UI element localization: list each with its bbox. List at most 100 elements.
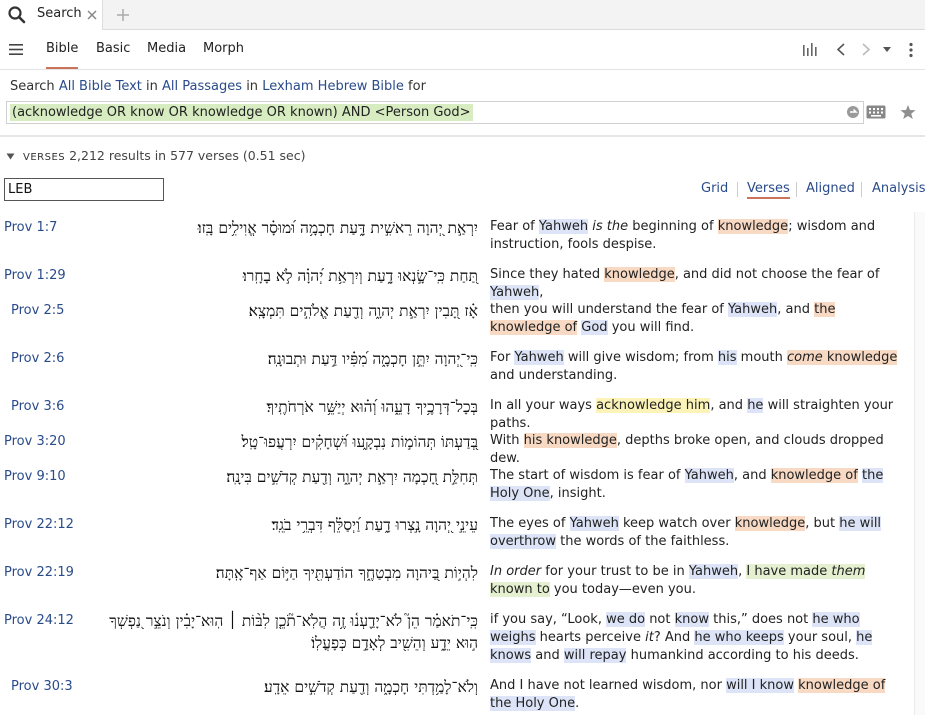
highlighted-term[interactable]: them bbox=[831, 564, 866, 579]
highlighted-term[interactable]: knowledge of bbox=[770, 468, 858, 483]
view-grid[interactable]: Grid bbox=[701, 181, 728, 196]
plus-icon[interactable] bbox=[115, 7, 131, 23]
english-segment: The start of wisdom is fear of bbox=[490, 468, 685, 483]
hebrew-text: כִּֽי־יְ֭הוָה יִתֵּ֣ן חָכְמָ֑ה מִ֝פִּ֗יו… bbox=[267, 350, 478, 368]
filter-input[interactable] bbox=[4, 178, 164, 201]
verse-reference-link[interactable]: Prov 24:12 bbox=[4, 613, 74, 628]
highlighted-term[interactable]: knowledge bbox=[734, 516, 806, 531]
verse-reference-link[interactable]: Prov 2:5 bbox=[11, 303, 64, 318]
highlighted-term[interactable]: knowledge bbox=[717, 219, 789, 234]
tab-basic[interactable]: Basic bbox=[96, 41, 130, 56]
highlighted-term[interactable]: we do bbox=[606, 612, 646, 627]
highlighted-term[interactable]: he bbox=[747, 398, 764, 413]
english-segment: you today—even you. bbox=[549, 582, 696, 597]
view-separator bbox=[861, 182, 862, 197]
english-text: With his knowledge, depths broke open, a… bbox=[490, 432, 908, 468]
highlighted-term[interactable]: Yahweh bbox=[728, 302, 778, 317]
arrow-circle-icon[interactable] bbox=[846, 105, 860, 119]
english-segment: The eyes of bbox=[490, 516, 570, 531]
tab-media[interactable]: Media bbox=[147, 41, 186, 56]
english-segment: , but bbox=[805, 516, 840, 531]
highlighted-term[interactable]: Yahweh bbox=[538, 219, 589, 234]
scope-link[interactable]: All Bible Text bbox=[59, 79, 142, 94]
close-icon[interactable] bbox=[86, 9, 98, 21]
range-link[interactable]: All Passages bbox=[162, 79, 242, 94]
view-analysis[interactable]: Analysis bbox=[872, 181, 925, 196]
in-label: in bbox=[146, 79, 158, 94]
highlighted-term[interactable]: he who keeps bbox=[694, 630, 784, 645]
english-segment: and bbox=[531, 648, 564, 663]
verse-reference-link[interactable]: Prov 1:29 bbox=[4, 268, 66, 283]
english-segment: For bbox=[490, 350, 515, 365]
english-segment: In all your ways bbox=[490, 398, 597, 413]
highlighted-term[interactable]: Yahweh bbox=[569, 516, 619, 531]
english-segment: Since they hated bbox=[490, 267, 605, 282]
english-text: The start of wisdom is fear of Yahweh, a… bbox=[490, 467, 908, 503]
bar-chart-icon[interactable] bbox=[802, 42, 818, 57]
for-label: for bbox=[408, 79, 426, 94]
english-segment: hearts perceive bbox=[535, 630, 646, 645]
highlighted-term[interactable]: Yahweh bbox=[684, 468, 734, 483]
english-segment: keep watch over bbox=[618, 516, 735, 531]
version-link[interactable]: Lexham Hebrew Bible bbox=[262, 79, 404, 94]
english-segment: and understanding. bbox=[490, 368, 618, 383]
verse-reference-link[interactable]: Prov 30:3 bbox=[11, 679, 73, 694]
highlighted-term[interactable]: God bbox=[581, 320, 608, 335]
tab-bar: Search bbox=[0, 0, 925, 30]
verse-reference-link[interactable]: Prov 22:19 bbox=[4, 565, 74, 580]
highlighted-term[interactable]: knowledge bbox=[822, 350, 898, 365]
keyboard-icon[interactable] bbox=[866, 105, 886, 119]
view-aligned[interactable]: Aligned bbox=[806, 181, 855, 196]
chevron-left-icon[interactable] bbox=[835, 42, 847, 57]
english-segment: this,” does not bbox=[708, 612, 813, 627]
verse-reference-link[interactable]: Prov 1:7 bbox=[4, 220, 57, 235]
highlighted-term[interactable]: know bbox=[674, 612, 709, 627]
triangle-down-icon[interactable] bbox=[6, 153, 15, 160]
english-segment: , bbox=[539, 285, 544, 300]
highlighted-term[interactable]: I have made bbox=[746, 564, 832, 579]
caret-down-icon[interactable] bbox=[882, 46, 892, 53]
highlighted-term[interactable]: acknowledge him bbox=[596, 398, 711, 413]
hamburger-menu-icon[interactable] bbox=[9, 43, 23, 56]
star-icon[interactable] bbox=[900, 104, 916, 120]
highlighted-term[interactable]: Yahweh bbox=[688, 564, 739, 579]
verse-reference-link[interactable]: Prov 3:20 bbox=[4, 434, 66, 449]
results-list: Prov 1:7 יִרְאַ֣ת יְ֭הוָה רֵאשִׁ֣ית דָּ֑ע… bbox=[0, 212, 914, 715]
english-segment: will give wisdom; from bbox=[563, 350, 718, 365]
view-separator bbox=[796, 182, 797, 197]
highlighted-term[interactable]: his bbox=[717, 350, 737, 365]
tab-bible[interactable]: Bible bbox=[46, 41, 79, 69]
view-verses[interactable]: Verses bbox=[747, 181, 790, 199]
verse-reference-link[interactable]: Prov 2:6 bbox=[11, 351, 64, 366]
tab-morph[interactable]: Morph bbox=[203, 41, 244, 56]
chevron-right-icon[interactable] bbox=[860, 42, 872, 57]
highlighted-term[interactable]: knowledge of bbox=[798, 678, 886, 693]
search-icon bbox=[8, 6, 26, 24]
highlighted-term[interactable]: will I know bbox=[726, 678, 794, 693]
highlighted-term[interactable]: known to bbox=[490, 582, 550, 597]
verse-reference-link[interactable]: Prov 22:12 bbox=[4, 517, 74, 532]
english-segment: not bbox=[645, 612, 675, 627]
english-text: In order for your trust to be in Yahweh,… bbox=[490, 563, 908, 599]
hebrew-text: תַּ֭חַת כִּֽי־שָׂ֣נְאוּ דָ֑עַת וְיִרְאַ֥… bbox=[242, 267, 478, 285]
vertical-dots-icon[interactable] bbox=[908, 42, 914, 58]
highlighted-term[interactable]: Yahweh bbox=[490, 285, 540, 300]
search-prefix: Search bbox=[10, 79, 55, 94]
scrollbar[interactable] bbox=[914, 212, 925, 715]
verse-reference-link[interactable]: Prov 9:10 bbox=[4, 469, 66, 484]
highlighted-term[interactable]: his knowledge bbox=[523, 433, 617, 448]
highlighted-term[interactable]: come bbox=[787, 350, 823, 365]
verses-label: VERSES bbox=[22, 152, 66, 163]
tab-title: Search bbox=[37, 6, 82, 21]
english-segment: you will find. bbox=[607, 320, 695, 335]
search-query-input[interactable]: (acknowledge OR know OR knowledge OR kno… bbox=[6, 101, 864, 124]
hebrew-text: עֵינֵ֣י יְ֭הוָה נָ֣צְרוּ דָ֑עַת וַ֝יְסַל… bbox=[271, 516, 478, 534]
highlighted-term[interactable]: will repay bbox=[563, 648, 627, 663]
tab-search[interactable]: Search bbox=[0, 0, 103, 30]
highlighted-term[interactable]: the Holy One bbox=[490, 696, 576, 711]
hebrew-text-line-2: ה֣וּא יֵדָ֑ע וְהֵשִׁ֖יב לְאָדָ֣ם כְּפָעֳ… bbox=[311, 634, 478, 652]
english-segment: ? And bbox=[653, 630, 695, 645]
highlighted-term[interactable]: Yahweh bbox=[514, 350, 564, 365]
verse-reference-link[interactable]: Prov 3:6 bbox=[11, 399, 64, 414]
highlighted-term[interactable]: knowledge bbox=[604, 267, 675, 282]
